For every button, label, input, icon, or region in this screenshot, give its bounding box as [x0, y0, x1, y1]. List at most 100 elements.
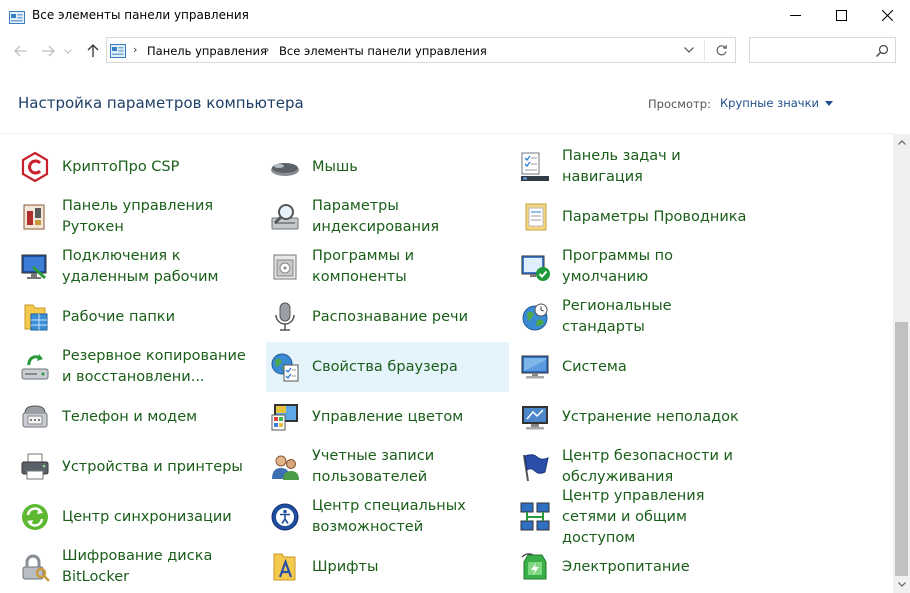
scroll-up-button[interactable] [893, 134, 910, 151]
minimize-icon [789, 15, 801, 16]
item-label: Телефон и модем [62, 408, 198, 425]
maximize-icon [835, 10, 847, 21]
item-security-maintenance[interactable]: Центр безопасности и обслуживания [516, 442, 759, 492]
close-button[interactable] [864, 0, 910, 31]
item-indexing-options[interactable]: Параметры индексирования [266, 192, 509, 242]
item-sync-center[interactable]: Центр синхронизации [16, 492, 259, 542]
item-label: Центр специальных возможностей [312, 498, 466, 535]
item-power-options[interactable]: Электропитание [516, 542, 759, 592]
refresh-button[interactable] [707, 38, 735, 62]
rutoken-icon [19, 201, 51, 233]
item-label: Шифрование диска BitLocker [62, 548, 213, 585]
arrow-left-icon [14, 45, 27, 57]
item-label: Устройства и принтеры [62, 458, 243, 475]
scrollbar-thumb[interactable] [895, 322, 908, 576]
item-label: Центр безопасности и обслуживания [562, 448, 733, 485]
item-network-sharing-center[interactable]: Центр управления сетями и общим доступом [516, 488, 759, 546]
item-backup-restore[interactable]: Резервное копирование и восстановлени... [16, 342, 259, 392]
item-rutoken-panel[interactable]: Панель управления Рутокен [16, 192, 259, 242]
programs-icon [269, 251, 301, 283]
item-label: Управление цветом [312, 408, 464, 425]
item-label: Распознавание речи [312, 308, 469, 325]
forward-button[interactable] [38, 41, 58, 61]
item-user-accounts[interactable]: Учетные записи пользователей [266, 442, 509, 492]
scroll-down-button[interactable] [893, 576, 910, 593]
item-work-folders[interactable]: Рабочие папки [16, 292, 259, 342]
caret-down-icon [825, 100, 834, 106]
color-management-icon [269, 401, 301, 433]
microphone-icon [269, 301, 301, 333]
breadcrumb-separator[interactable]: › [265, 43, 269, 56]
page-title: Настройка параметров компьютера [18, 94, 304, 112]
search-box[interactable] [749, 37, 896, 63]
breadcrumb-control-panel[interactable]: Панель управления [147, 44, 267, 58]
sync-icon [19, 501, 51, 533]
item-color-management[interactable]: Управление цветом [266, 392, 509, 442]
search-input[interactable] [754, 41, 869, 59]
item-devices-printers[interactable]: Устройства и принтеры [16, 442, 259, 492]
minimize-button[interactable] [772, 0, 818, 31]
page-header: Настройка параметров компьютера Просмотр… [0, 71, 910, 133]
divider [704, 40, 705, 60]
up-button[interactable] [83, 41, 103, 61]
taskbar-icon [519, 151, 551, 183]
item-cryptopro-csp[interactable]: КриптоПро CSP [16, 142, 259, 192]
item-default-programs[interactable]: Программы по умолчанию [516, 242, 759, 292]
backup-icon [19, 351, 51, 383]
back-button[interactable] [11, 41, 31, 61]
control-panel-icon [9, 9, 25, 24]
accessibility-icon [269, 501, 301, 533]
troubleshooting-icon [519, 401, 551, 433]
item-label: Подключения к удаленным рабочим [62, 248, 219, 285]
breadcrumb-all-items[interactable]: Все элементы панели управления [279, 44, 487, 58]
divider [0, 133, 893, 134]
phone-modem-icon [19, 401, 51, 433]
item-programs-features[interactable]: Программы и компоненты [266, 242, 509, 292]
item-remote-desktop[interactable]: Подключения к удаленным рабочим [16, 242, 259, 292]
region-icon [519, 301, 551, 333]
view-mode-dropdown[interactable]: Крупные значки [720, 96, 834, 110]
arrow-up-icon [87, 44, 99, 57]
title-bar: Все элементы панели управления [0, 0, 910, 31]
window-title: Все элементы панели управления [32, 8, 249, 22]
remote-desktop-icon [19, 251, 51, 283]
item-bitlocker[interactable]: Шифрование диска BitLocker [16, 542, 259, 592]
item-system[interactable]: Система [516, 342, 759, 392]
search-icon[interactable] [875, 43, 889, 57]
item-speech-recognition[interactable]: Распознавание речи [266, 292, 509, 342]
chevron-down-icon [64, 48, 72, 54]
address-dropdown-button[interactable] [676, 38, 702, 62]
address-bar[interactable]: › Панель управления › Все элементы панел… [106, 37, 736, 63]
chevron-up-icon [897, 140, 906, 145]
recent-locations-button[interactable] [61, 41, 75, 61]
system-icon [519, 351, 551, 383]
fonts-icon [269, 551, 301, 583]
item-label: Рабочие папки [62, 308, 175, 325]
item-fonts[interactable]: Шрифты [266, 542, 509, 592]
vertical-scrollbar[interactable] [893, 134, 910, 593]
item-explorer-options[interactable]: Параметры Проводника [516, 192, 759, 242]
item-troubleshooting[interactable]: Устранение неполадок [516, 392, 759, 442]
breadcrumb-separator[interactable]: › [133, 43, 137, 56]
maximize-button[interactable] [818, 0, 864, 31]
item-browser-properties[interactable]: Свойства браузера [266, 342, 509, 392]
bitlocker-icon [19, 551, 51, 583]
indexing-icon [269, 201, 301, 233]
chevron-down-icon [684, 47, 694, 53]
refresh-icon [716, 44, 727, 55]
item-ease-of-access[interactable]: Центр специальных возможностей [266, 492, 509, 542]
item-label: Резервное копирование и восстановлени... [62, 348, 246, 385]
item-phone-modem[interactable]: Телефон и модем [16, 392, 259, 442]
close-icon [881, 10, 893, 21]
printer-icon [19, 451, 51, 483]
item-label: Учетные записи пользователей [312, 448, 435, 485]
item-label: Мышь [312, 158, 358, 175]
item-mouse[interactable]: Мышь [266, 142, 509, 192]
default-programs-icon [519, 251, 551, 283]
item-regional-settings[interactable]: Региональные стандарты [516, 292, 759, 342]
item-label: Параметры Проводника [562, 208, 747, 225]
view-mode-value: Крупные значки [720, 96, 820, 110]
item-taskbar-navigation[interactable]: Панель задач и навигация [516, 142, 759, 192]
arrow-right-icon [42, 45, 55, 57]
item-label: Система [562, 358, 627, 375]
